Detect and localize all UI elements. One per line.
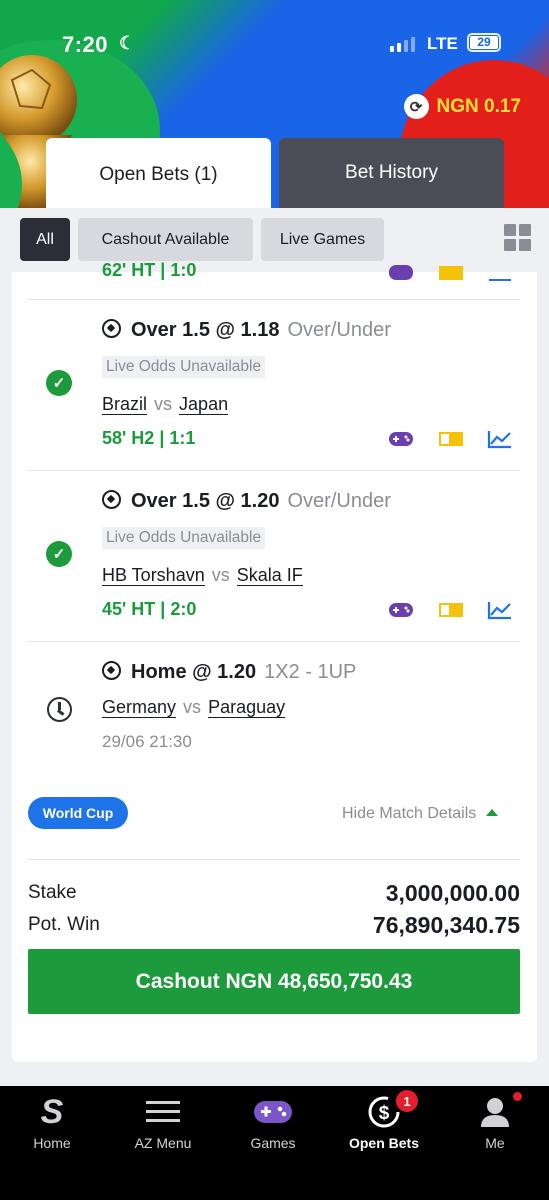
hide-match-details-button[interactable]: Hide Match Details <box>342 805 499 823</box>
svg-text:$: $ <box>379 1103 390 1124</box>
status-bar: 7:20 ☾ LTE 29 <box>0 30 549 60</box>
hide-details-label: Hide Match Details <box>342 805 477 822</box>
open-bets-badge: 1 <box>396 1090 418 1112</box>
filter-all[interactable]: All <box>20 218 70 261</box>
selection-pick: Over 1.5 @ 1.20 <box>131 490 280 512</box>
match-score: 2:0 <box>170 599 197 619</box>
won-check-icon: ✓ <box>46 370 72 396</box>
nav-me[interactable]: Me <box>440 1086 549 1166</box>
nav-label: AZ Menu <box>134 1135 192 1151</box>
vs-label: vs <box>183 697 202 717</box>
live-odds-note: Live Odds Unavailable <box>102 356 266 378</box>
soccer-ball-icon <box>102 319 121 338</box>
selection-title: Over 1.5 @ 1.18 Over/Under <box>102 319 391 342</box>
bottom-nav: S Home AZ Menu Games $ 1 Open Bets Me <box>0 1086 549 1200</box>
partial-score: 62' HT | 1:0 <box>102 260 197 280</box>
tab-open-bets[interactable]: Open Bets (1) <box>46 138 271 212</box>
selection-2[interactable]: Over 1.5 @ 1.20 Over/Under Live Odds Unav… <box>28 471 520 642</box>
home-team: Germany <box>102 697 177 718</box>
pot-win-value: 76,890,340.75 <box>372 912 520 938</box>
ticket-icon[interactable] <box>438 429 464 449</box>
balance-text: NGN 0.17 <box>436 95 521 117</box>
match-time: 45' HT | <box>102 599 166 619</box>
stake-value: 3,000,000.00 <box>385 880 520 906</box>
vs-label: vs <box>211 565 230 585</box>
match-time: 58' H2 | <box>102 428 165 448</box>
match-teams[interactable]: HB Torshavn vs Skala IF <box>102 565 303 586</box>
cashout-button[interactable]: Cashout NGN 48,650,750.43 <box>28 949 520 1014</box>
selection-title: Home @ 1.20 1X2 - 1UP <box>102 661 356 684</box>
battery-icon: 29 <box>467 33 501 52</box>
refresh-balance-icon[interactable]: ⟳ <box>403 94 429 119</box>
filter-cashout-available[interactable]: Cashout Available <box>78 218 253 261</box>
sporty-logo-icon: S <box>40 1092 64 1131</box>
won-check-icon: ✓ <box>46 541 72 567</box>
nav-az-menu[interactable]: AZ Menu <box>108 1086 218 1166</box>
market-name: Over/Under <box>287 490 391 512</box>
nav-label: Open Bets <box>348 1135 419 1151</box>
selection-3[interactable]: Home @ 1.20 1X2 - 1UP Germany vs Paraguay… <box>28 642 520 767</box>
stats-icon[interactable] <box>487 429 513 449</box>
stats-icon[interactable] <box>487 263 513 283</box>
selection-1[interactable]: Over 1.5 @ 1.18 Over/Under Live Odds Unav… <box>28 300 520 471</box>
soccer-ball-icon <box>102 490 121 509</box>
filter-live-games[interactable]: Live Games <box>261 218 384 261</box>
gamepad-icon[interactable] <box>388 429 414 449</box>
selection-title: Over 1.5 @ 1.20 Over/Under <box>102 490 391 513</box>
balance-display[interactable]: ⟳ NGN 0.17 <box>403 94 521 119</box>
menu-icon <box>143 1094 183 1130</box>
nav-home[interactable]: S Home <box>0 1086 107 1166</box>
user-icon <box>475 1094 515 1130</box>
nav-label: Me <box>485 1135 505 1151</box>
pot-win-label: Pot. Win <box>28 914 100 935</box>
signal-icon <box>390 36 415 52</box>
divider <box>28 859 520 860</box>
network-type: LTE <box>427 34 458 53</box>
nav-label: Games <box>250 1135 296 1151</box>
nav-games[interactable]: Games <box>218 1086 328 1166</box>
nav-label: Home <box>33 1135 71 1151</box>
market-name: Over/Under <box>287 319 391 341</box>
pending-clock-icon <box>47 697 72 722</box>
live-score: 45' HT | 2:0 <box>102 599 196 620</box>
nav-open-bets[interactable]: $ 1 Open Bets <box>329 1086 439 1166</box>
world-cup-tag: World Cup <box>28 797 128 829</box>
home-team: Brazil <box>102 394 148 415</box>
grid-view-icon[interactable] <box>504 224 531 251</box>
live-score: 58' H2 | 1:1 <box>102 428 195 449</box>
away-team: Japan <box>179 394 229 415</box>
stake-row: Stake 3,000,000.00 <box>28 880 520 906</box>
vs-label: vs <box>154 394 173 414</box>
home-team: HB Torshavn <box>102 565 205 586</box>
pot-win-row: Pot. Win 76,890,340.75 <box>28 912 520 938</box>
selection-pick: Over 1.5 @ 1.18 <box>131 319 280 341</box>
ticket-icon[interactable] <box>438 600 464 620</box>
do-not-disturb-icon: ☾ <box>119 33 136 53</box>
live-odds-note: Live Odds Unavailable <box>102 527 266 549</box>
stats-icon[interactable] <box>487 600 513 620</box>
ticket-icon[interactable] <box>438 263 464 283</box>
notification-dot <box>513 1092 522 1101</box>
match-teams[interactable]: Germany vs Paraguay <box>102 697 286 718</box>
market-name: 1X2 - 1UP <box>264 661 357 683</box>
match-date: 29/06 21:30 <box>102 732 192 751</box>
away-team: Skala IF <box>236 565 303 586</box>
gamepad-icon <box>253 1094 293 1130</box>
away-team: Paraguay <box>208 697 286 718</box>
battery-level: 29 <box>470 36 498 49</box>
bet-slip-card: 62' HT | 1:0 Over 1.5 @ 1.18 Over/Under L… <box>12 260 537 1062</box>
caret-up-icon <box>486 809 499 816</box>
match-teams[interactable]: Brazil vs Japan <box>102 394 229 415</box>
soccer-ball-icon <box>102 661 121 680</box>
clock-time: 7:20 <box>62 32 109 57</box>
stake-label: Stake <box>28 882 77 903</box>
selection-partial: 62' HT | 1:0 <box>28 260 520 300</box>
selection-pick: Home @ 1.20 <box>131 661 257 683</box>
gamepad-icon[interactable] <box>388 263 414 283</box>
tab-bet-history[interactable]: Bet History <box>279 138 504 208</box>
gamepad-icon[interactable] <box>388 600 414 620</box>
match-score: 1:1 <box>169 428 196 448</box>
